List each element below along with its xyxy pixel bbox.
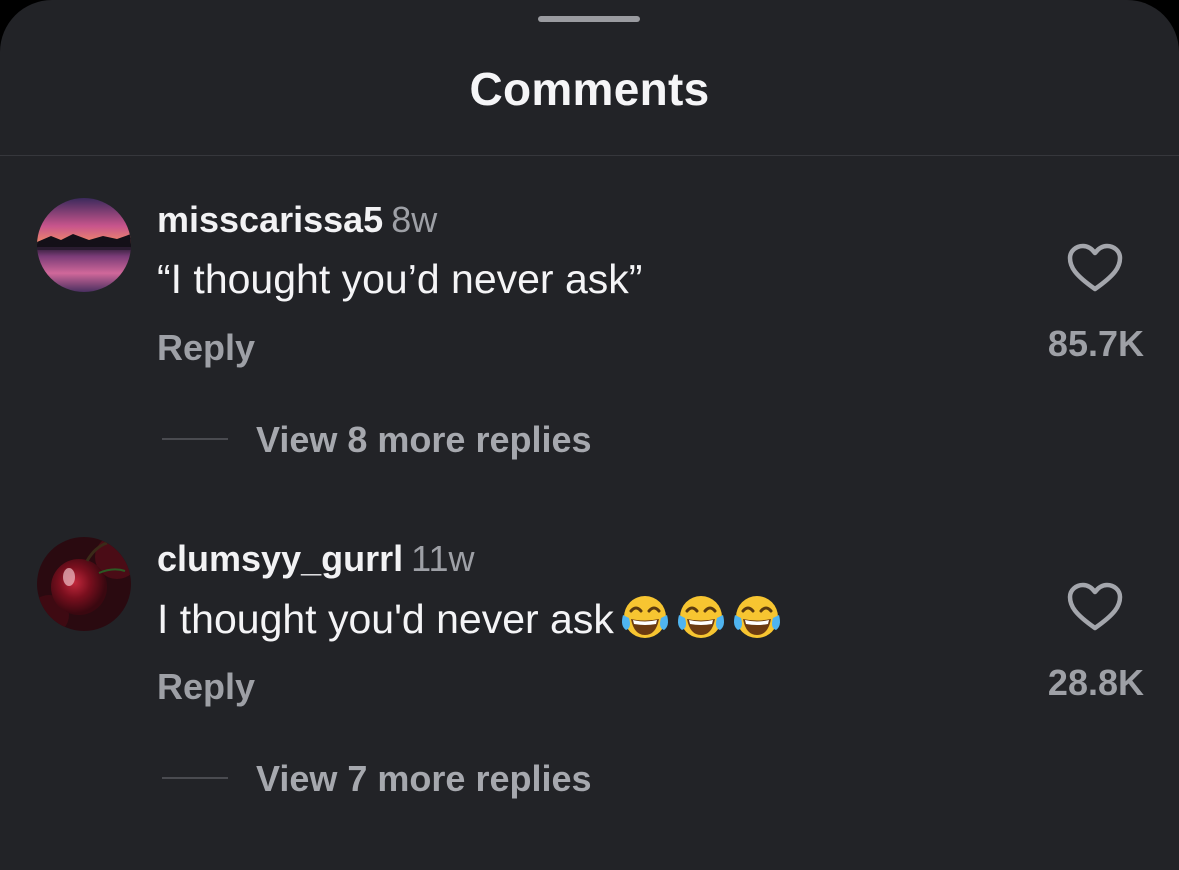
tears-of-joy-emoji-icon bbox=[676, 593, 726, 643]
reply-button[interactable]: Reply bbox=[157, 326, 255, 370]
like-heart-icon[interactable] bbox=[1067, 582, 1123, 632]
tears-of-joy-emoji-icon bbox=[620, 593, 670, 643]
comment-text: “I thought you’d never ask” bbox=[157, 254, 642, 304]
view-more-replies-button[interactable]: View 8 more replies bbox=[256, 418, 592, 462]
like-count: 85.7K bbox=[1047, 323, 1144, 364]
comment-item: misscarissa5 8w “I thought you’d never as… bbox=[0, 198, 1179, 498]
comments-sheet: Comments misscarissa5 8w “I thought you’… bbox=[0, 0, 1179, 870]
comment-item: clumsyy_gurrl 11w I thought you'd never a… bbox=[0, 537, 1179, 837]
view-more-replies-button[interactable]: View 7 more replies bbox=[256, 757, 592, 801]
timestamp: 11w bbox=[411, 538, 475, 579]
page-title: Comments bbox=[469, 63, 710, 115]
thread-line bbox=[162, 777, 228, 779]
like-count: 28.8K bbox=[1047, 662, 1144, 703]
username[interactable]: clumsyy_gurrl bbox=[157, 538, 403, 579]
tears-of-joy-emoji-icon bbox=[732, 593, 782, 643]
timestamp: 8w bbox=[391, 199, 438, 240]
thread-line bbox=[162, 438, 228, 440]
comment-meta: misscarissa5 8w bbox=[157, 198, 437, 242]
comment-meta: clumsyy_gurrl 11w bbox=[157, 537, 475, 581]
like-heart-icon[interactable] bbox=[1067, 243, 1123, 293]
comment-text-content: I thought you'd never ask bbox=[157, 596, 614, 642]
comment-text-content: “I thought you’d never ask” bbox=[157, 256, 643, 302]
avatar[interactable] bbox=[37, 198, 131, 292]
comment-text: I thought you'd never ask bbox=[157, 593, 782, 644]
drag-handle[interactable] bbox=[538, 16, 640, 22]
username[interactable]: misscarissa5 bbox=[157, 199, 383, 240]
header-divider bbox=[0, 155, 1179, 156]
avatar[interactable] bbox=[37, 537, 131, 631]
reply-button[interactable]: Reply bbox=[157, 665, 255, 709]
